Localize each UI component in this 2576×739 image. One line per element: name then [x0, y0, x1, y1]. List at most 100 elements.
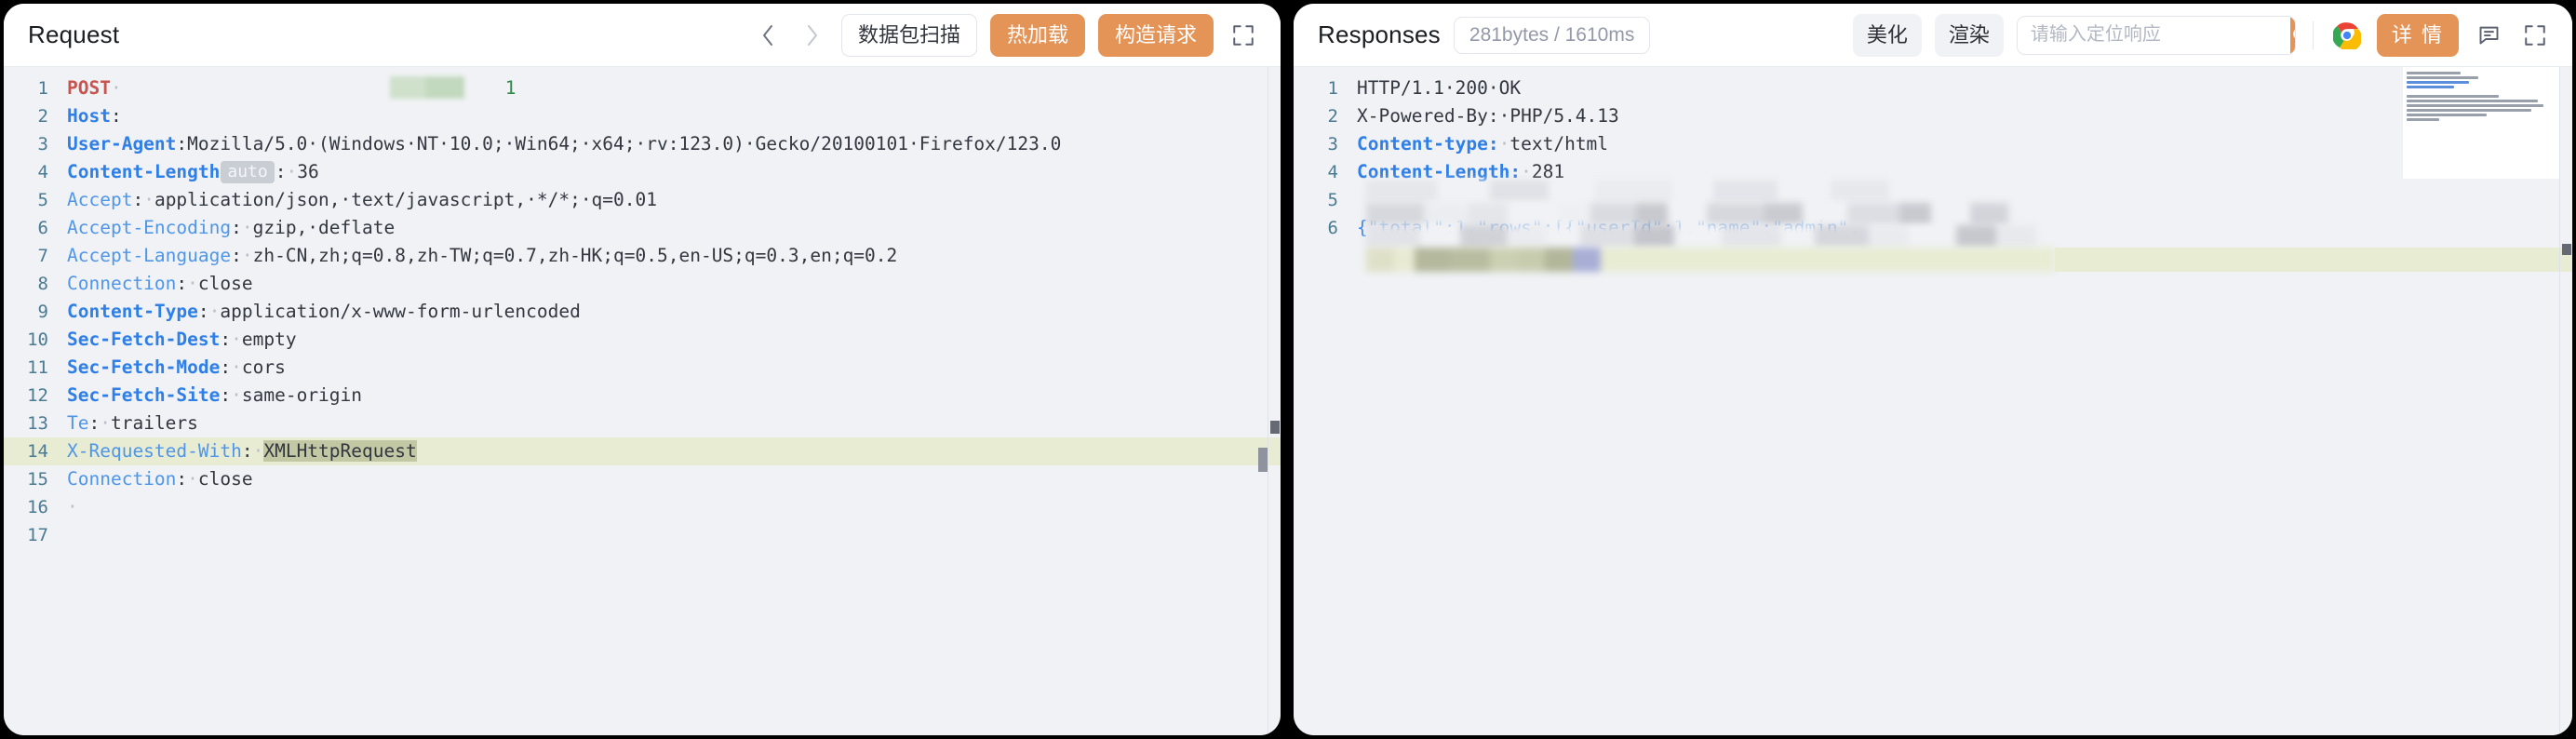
code-line[interactable]: 4 Content-Length auto:·36	[4, 158, 1281, 186]
open-in-chrome-button[interactable]	[2330, 19, 2364, 52]
space-dot: ·	[143, 189, 154, 210]
line-content[interactable]: Host:	[67, 102, 1281, 130]
colon: :	[241, 440, 253, 462]
request-vertical-scrollbar[interactable]	[1268, 67, 1281, 735]
space-dot: ·	[241, 217, 253, 238]
code-line[interactable]: 8 Connection:·close	[4, 270, 1281, 298]
code-line[interactable]: 7 Accept-Language:·zh-CN,zh;q=0.8,zh-TW;…	[4, 242, 1281, 270]
line-number: 17	[27, 525, 48, 545]
request-scroll-thumb[interactable]	[1270, 421, 1280, 434]
request-editor[interactable]: 1 POST· 1 2 Host: 3 User-Agent:Mozilla/5.…	[4, 67, 1281, 735]
line-content[interactable]: Accept-Language:·zh-CN,zh;q=0.8,zh-TW;q=…	[67, 242, 1281, 270]
header-name: Connection	[67, 273, 177, 294]
build-request-button[interactable]: 构造请求	[1097, 13, 1214, 57]
space-dot: ·	[231, 356, 242, 378]
hot-reload-button[interactable]: 热加载	[989, 13, 1085, 57]
line-number: 5	[37, 190, 48, 210]
line-content[interactable]: Content-type:·text/html	[1357, 130, 2572, 158]
comment-button[interactable]	[2472, 19, 2505, 52]
header-name: Content-Length:	[1357, 161, 1522, 182]
redacted-body	[67, 525, 346, 545]
colon: :	[197, 301, 209, 322]
line-content[interactable]	[67, 521, 1281, 549]
header-value: application/x-www-form-urlencoded	[220, 301, 581, 322]
code-line[interactable]: 1 HTTP/1.1·200·OK	[1294, 74, 2572, 102]
line-content[interactable]: X-Requested-With:·XMLHttpRequest	[67, 437, 1281, 465]
space-dot: ·	[67, 496, 78, 517]
code-line[interactable]: 2 Host:	[4, 102, 1281, 130]
request-code-area[interactable]: 1 POST· 1 2 Host: 3 User-Agent:Mozilla/5.…	[4, 67, 1281, 549]
line1-count: 1	[504, 77, 517, 99]
render-button[interactable]: 渲染	[1934, 13, 2004, 57]
beautify-button[interactable]: 美化	[1852, 13, 1922, 57]
code-line[interactable]: 17	[4, 521, 1281, 549]
code-line[interactable]: 10 Sec-Fetch-Dest:·empty	[4, 326, 1281, 354]
redacted-host	[122, 104, 319, 127]
code-line[interactable]: 3 Content-type:·text/html	[1294, 130, 2572, 158]
line-number: 10	[27, 329, 48, 350]
code-line[interactable]: 16 ·	[4, 493, 1281, 521]
response-fullscreen-button[interactable]	[2518, 19, 2552, 52]
selected-text[interactable]: XMLHttpRequest	[263, 440, 417, 462]
response-search[interactable]	[2016, 15, 2296, 55]
colon: :	[176, 133, 188, 155]
line-content[interactable]: Content-Length auto:·36	[67, 158, 1281, 186]
header-value: close	[197, 468, 253, 490]
code-line[interactable]: 6 Accept-Encoding:·gzip,·deflate	[4, 214, 1281, 242]
line-number: 4	[37, 162, 48, 182]
colon: :	[231, 217, 242, 238]
code-line[interactable]: 2 X-Powered-By:·PHP/5.4.13	[1294, 102, 2572, 130]
line-content[interactable]: POST· 1	[67, 74, 1281, 102]
line-content[interactable]: User-Agent:Mozilla/5.0·(Windows·NT·10.0;…	[67, 130, 1281, 158]
prev-request-button[interactable]	[752, 20, 784, 51]
response-vertical-scrollbar[interactable]	[2559, 67, 2572, 735]
line-content[interactable]: Accept-Encoding:·gzip,·deflate	[67, 214, 1281, 242]
code-line[interactable]: 12 Sec-Fetch-Site:·same-origin	[4, 382, 1281, 410]
code-line[interactable]: 1 POST· 1	[4, 74, 1281, 102]
line-number: 2	[37, 106, 48, 127]
header-value: 281	[1531, 161, 1565, 182]
space-dot: ·	[231, 384, 242, 406]
line-content[interactable]: Accept:·application/json,·text/javascrip…	[67, 186, 1281, 214]
code-line[interactable]: 15 Connection:·close	[4, 465, 1281, 493]
line-number: 6	[1327, 218, 1338, 238]
line-number: 8	[37, 274, 48, 294]
space-dot: ·	[241, 245, 253, 266]
request-fullscreen-button[interactable]	[1227, 19, 1260, 52]
code-line-highlighted[interactable]: 14 X-Requested-With:·XMLHttpRequest	[4, 437, 1281, 465]
line-content[interactable]: Sec-Fetch-Dest:·empty	[67, 326, 1281, 354]
header-name: X-Requested-With	[67, 440, 242, 462]
space-dot: ·	[187, 468, 198, 490]
detail-button[interactable]: 详 情	[2376, 13, 2459, 57]
header-name: User-Agent	[67, 133, 177, 155]
line-content[interactable]: Sec-Fetch-Mode:·cors	[67, 354, 1281, 382]
auto-badge[interactable]: auto	[221, 161, 275, 183]
response-toolbar: Responses 281bytes / 1610ms 美化 渲染 请输入定位响…	[1294, 4, 2572, 67]
response-scroll-thumb[interactable]	[2562, 244, 2571, 255]
code-line[interactable]: 3 User-Agent:Mozilla/5.0·(Windows·NT·10.…	[4, 130, 1281, 158]
search-input[interactable]	[2017, 16, 2290, 54]
code-line[interactable]: 9 Content-Type:·application/x-www-form-u…	[4, 298, 1281, 326]
response-editor[interactable]: 1 HTTP/1.1·200·OK 2 X-Powered-By:·PHP/5.…	[1294, 67, 2572, 735]
line-content[interactable]: Sec-Fetch-Site:·same-origin	[67, 382, 1281, 410]
colon: :	[176, 468, 188, 490]
colon: :	[275, 161, 287, 182]
packet-scan-button[interactable]: 数据包扫描	[840, 13, 977, 57]
response-meta-badge: 281bytes / 1610ms	[1453, 16, 1651, 54]
search-button[interactable]	[2289, 16, 2295, 54]
line-content[interactable]: ·	[67, 493, 1281, 521]
space-dot: ·	[231, 329, 242, 350]
code-line[interactable]: 13 Te:·trailers	[4, 410, 1281, 437]
line-content[interactable]: Connection:·close	[67, 465, 1281, 493]
line-content[interactable]: Content-Type:·application/x-www-form-url…	[67, 298, 1281, 326]
line-content[interactable]: Connection:·close	[67, 270, 1281, 298]
line-content[interactable]: Te:·trailers	[67, 410, 1281, 437]
line-content[interactable]: X-Powered-By:·PHP/5.4.13	[1357, 102, 2572, 130]
header-value: same-origin	[241, 384, 363, 406]
code-line[interactable]: 5 Accept:·application/json,·text/javascr…	[4, 186, 1281, 214]
line-content[interactable]: HTTP/1.1·200·OK	[1357, 74, 2572, 102]
header-value: close	[197, 273, 253, 294]
header-value: application/json,·text/javascript,·*/*;·…	[154, 189, 657, 210]
next-request-button[interactable]	[797, 20, 828, 51]
code-line[interactable]: 11 Sec-Fetch-Mode:·cors	[4, 354, 1281, 382]
